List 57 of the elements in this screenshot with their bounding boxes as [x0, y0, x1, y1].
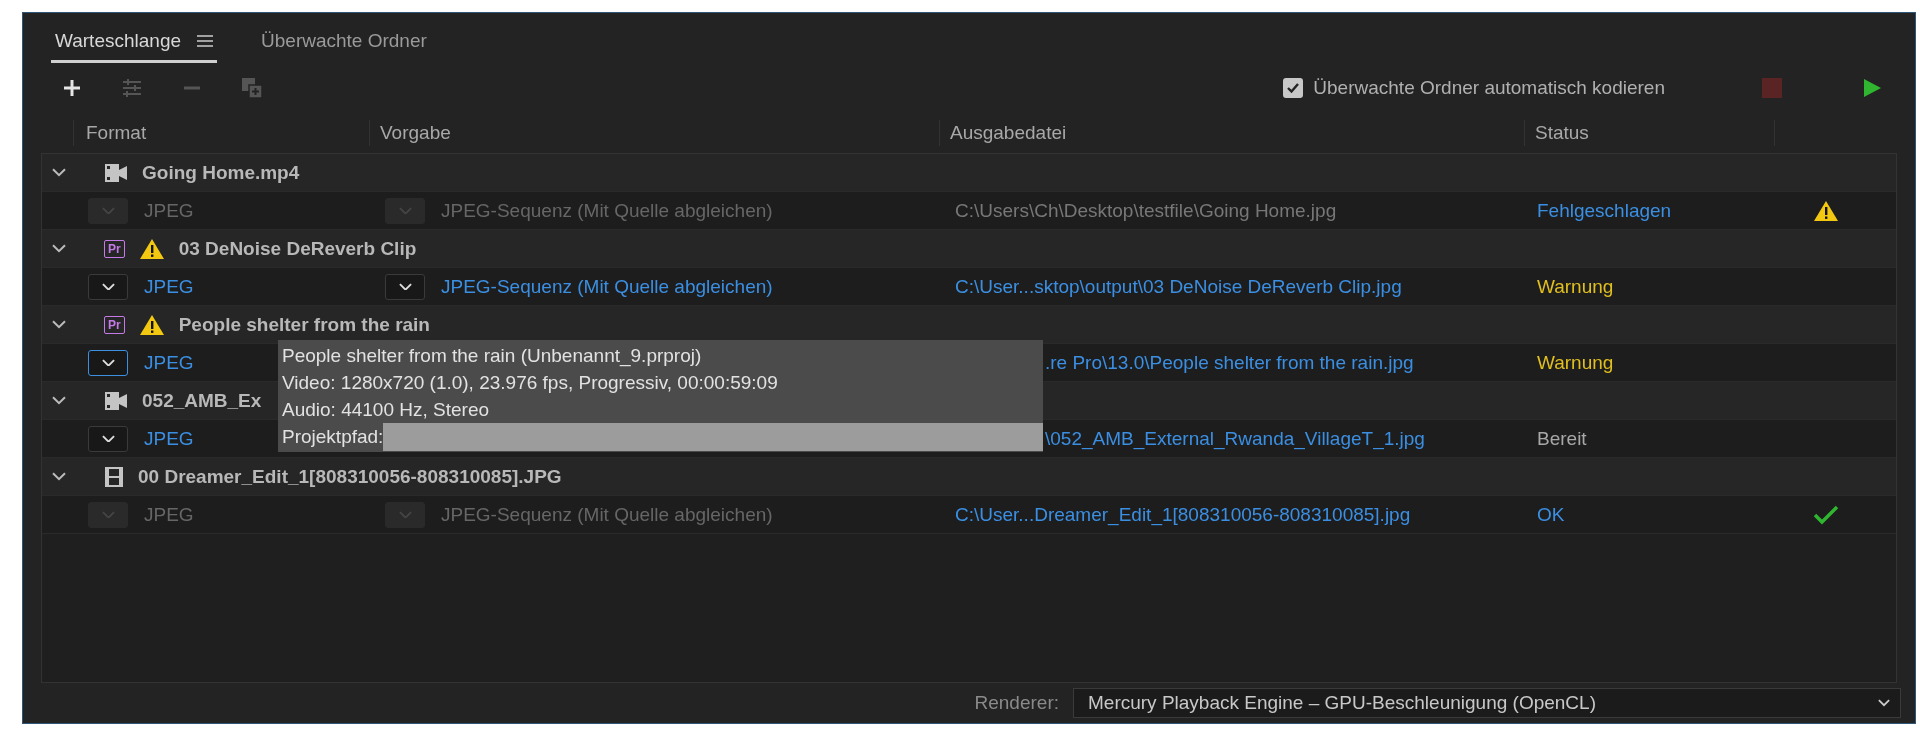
format-value: JPEG [144, 275, 194, 298]
warning-icon [1813, 199, 1839, 222]
checkmark-icon [1286, 82, 1301, 94]
film-strip-icon [104, 465, 124, 488]
output-file-link[interactable]: .re Pro\13.0\People shelter from the rain.jpg [1045, 351, 1414, 374]
preset-value: JPEG-Sequenz (Mit Quelle abgleichen) [441, 275, 773, 298]
format-value: JPEG [144, 503, 194, 526]
minus-icon [181, 86, 203, 90]
format-value: JPEG [144, 199, 194, 222]
expand-chevron-icon[interactable] [52, 320, 66, 329]
menu-icon[interactable] [197, 35, 214, 47]
output-file-link[interactable]: \052_AMB_External_Rwanda_VillageT_1.jpg [1045, 427, 1425, 450]
duplicate-icon [241, 77, 263, 99]
group-name: People shelter from the rain [178, 313, 430, 336]
tooltip-text: Audio: 44100 Hz, Stereo [282, 398, 491, 422]
expand-chevron-icon[interactable] [52, 168, 66, 177]
film-camera-icon [104, 161, 128, 184]
expand-chevron-icon[interactable] [52, 244, 66, 253]
tooltip-text: People shelter from the rain (Unbenannt_9.prproj) [282, 344, 703, 369]
tooltip-text: Video: 1280x720 (1.0), 23.976 fps, Progressiv, 00:00:59:09 [282, 371, 779, 395]
format-value: JPEG [144, 351, 194, 374]
preset-dropdown[interactable] [385, 273, 425, 300]
format-dropdown[interactable] [88, 349, 128, 376]
panel-tab[interactable]: Überwachte Ordner [257, 30, 431, 63]
group-name: 00 Dreamer_Edit_1[808310056-808310085].JPG [138, 465, 562, 488]
status-text: Bereit [1537, 427, 1587, 450]
tooltip-text: Projektpfad: [282, 426, 384, 448]
plus-icon [61, 77, 83, 99]
status-text: OK [1537, 503, 1565, 526]
format-dropdown[interactable] [88, 273, 128, 300]
preset-value: JPEG-Sequenz (Mit Quelle abgleichen) [441, 503, 773, 526]
panel-tab[interactable]: Warteschlange [51, 30, 218, 63]
group-name: Going Home.mp4 [142, 161, 300, 184]
renderer-dropdown[interactable]: Mercury Playback Engine – GPU-Beschleunigung (OpenCL) [1073, 688, 1901, 718]
film-camera-icon [104, 389, 128, 412]
status-text: Warnung [1537, 351, 1614, 374]
column-header[interactable]: Vorgabe [369, 120, 939, 146]
output-file-link[interactable]: C:\User...sktop\output\03 DeNoise DeReverb Clip.jpg [955, 275, 1402, 298]
format-dropdown[interactable] [88, 425, 128, 452]
sliders-icon [121, 77, 143, 99]
column-header[interactable]: Status [1524, 120, 1774, 146]
status-text: Warnung [1537, 275, 1614, 298]
group-name: 03 DeNoise DeReverb Clip [178, 237, 417, 260]
premiere-badge: Pr [104, 239, 125, 258]
warning-icon [138, 313, 165, 336]
format-value: JPEG [144, 427, 194, 450]
renderer-label: Renderer: [974, 692, 1059, 714]
checkmark-icon [1813, 503, 1839, 526]
group-name: 052_AMB_Ex [142, 389, 262, 412]
expand-chevron-icon[interactable] [52, 396, 66, 405]
preset-value: JPEG-Sequenz (Mit Quelle abgleichen) [441, 199, 773, 222]
column-header[interactable]: Ausgabedatei [939, 120, 1524, 146]
expand-chevron-icon[interactable] [52, 472, 66, 481]
warning-icon [138, 237, 165, 260]
auto-encode-checkbox[interactable]: Überwachte Ordner automatisch kodieren [1283, 77, 1665, 99]
column-header[interactable]: Format [73, 120, 369, 146]
premiere-badge: Pr [104, 315, 125, 334]
